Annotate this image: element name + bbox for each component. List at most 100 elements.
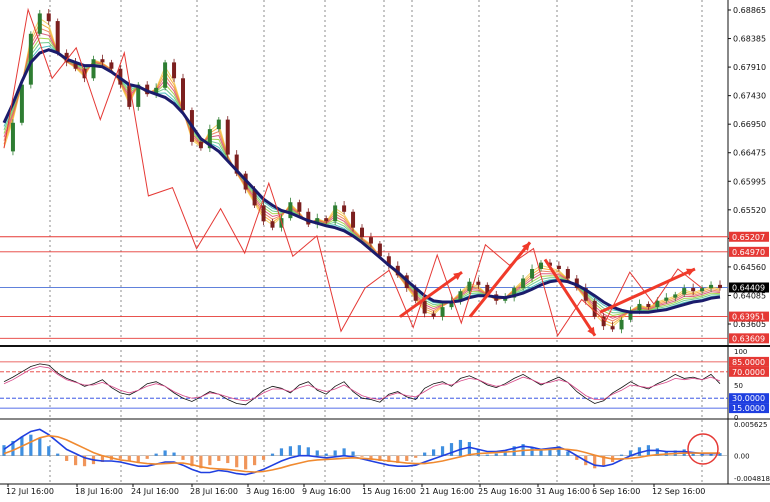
macd-histogram-bar [2, 445, 6, 456]
candle-body [691, 288, 696, 292]
macd-axis-label: 0.00 [734, 453, 750, 461]
macd-histogram-bar [29, 434, 33, 456]
price-axis-label: 0.68865 [733, 6, 766, 15]
macd-histogram-bar [414, 455, 418, 458]
candle-body [225, 119, 230, 155]
candle-body [55, 21, 60, 53]
macd-histogram-bar [217, 455, 221, 461]
macd-histogram-bar [74, 455, 78, 466]
candle-body [619, 319, 624, 330]
forex-chart: 0.68865 0.68385 0.67910 0.67430 0.66950 0.664… [0, 0, 770, 498]
candle-body [700, 288, 705, 292]
candle-body [539, 262, 543, 269]
candle-body [333, 205, 338, 222]
candle-body [368, 237, 373, 244]
candle-body [10, 122, 15, 152]
price-axis-label: 0.65995 [733, 177, 766, 186]
time-axis-label: 24 Jul 16:00 [131, 487, 179, 496]
price-axis-label: 0.67910 [733, 63, 766, 72]
time-axis-label: 3 Aug 16:00 [246, 487, 295, 496]
macd-histogram-bar [324, 453, 328, 456]
price-axis-label: 0.64085 [733, 291, 766, 300]
macd-histogram-bar [494, 453, 498, 456]
candle-body [592, 300, 597, 317]
macd-histogram-bar [235, 455, 239, 468]
time-axis-label: 12 Jul 16:00 [6, 487, 54, 496]
macd-histogram-bar [181, 455, 185, 460]
macd-histogram-bar [244, 455, 248, 470]
macd-axis-label: -0.004818 [734, 475, 770, 483]
price-axis-label: 0.67430 [733, 92, 766, 101]
macd-histogram-bar [619, 454, 624, 456]
time-axis-label: 15 Aug 16:00 [362, 487, 416, 496]
macd-histogram-bar [38, 437, 42, 456]
candle-body [270, 221, 275, 228]
time-axis-label: 18 Jul 16:00 [75, 487, 123, 496]
macd-histogram-bar [566, 451, 570, 456]
price-level-tag-label: 0.63951 [732, 313, 765, 322]
macd-histogram-bar [208, 455, 212, 466]
candle-body [556, 265, 561, 269]
macd-histogram-bar [593, 455, 597, 469]
time-axis-label: 6 Sep 16:00 [592, 487, 640, 496]
macd-histogram-bar [253, 455, 257, 466]
candle-body [637, 303, 642, 311]
candle-body [521, 278, 526, 289]
candle-body [422, 300, 427, 314]
candle-body [646, 303, 651, 308]
price-axis-label: 0.65520 [733, 206, 766, 215]
time-axis-label: 28 Jul 16:00 [190, 487, 238, 496]
oscillator-level-tag-label: 15.0000 [732, 404, 765, 413]
macd-histogram-bar [423, 452, 427, 456]
candle-body [467, 281, 472, 292]
candle-body [342, 205, 347, 212]
price-axis-label: 0.64560 [733, 263, 766, 272]
candle-body [163, 62, 168, 88]
macd-histogram-bar [432, 449, 436, 456]
price-level-tag-label: 0.64970 [732, 248, 765, 257]
candle-body [46, 13, 51, 22]
candle-body [530, 268, 535, 279]
candle-body [324, 218, 329, 222]
price-axis-label: 0.66475 [733, 149, 766, 158]
macd-histogram-bar [458, 439, 463, 456]
macd-histogram-bar [405, 455, 409, 461]
candle-body [172, 62, 177, 79]
macd-histogram-bar [360, 455, 364, 457]
macd-histogram-bar [47, 446, 51, 456]
time-axis-label: 25 Aug 16:00 [478, 487, 532, 496]
macd-histogram-bar [342, 448, 346, 456]
candle-body [673, 294, 678, 298]
time-axis-label: 12 Sep 16:00 [652, 487, 705, 496]
candle-body [297, 202, 302, 212]
macd-histogram-bar [172, 452, 176, 456]
candle-body [610, 326, 615, 330]
macd-histogram-bar [279, 448, 284, 456]
macd-histogram-bar [297, 445, 301, 456]
time-axis-label: 31 Aug 16:00 [536, 487, 590, 496]
candle-body [664, 297, 669, 301]
candle-body [109, 62, 114, 69]
candle-body [440, 307, 445, 317]
candle-body [100, 59, 105, 63]
macd-histogram-bar [333, 450, 337, 456]
macd-axis-label: 0.005625 [734, 421, 767, 429]
oscillator-level-tag-label: 85.0000 [732, 358, 765, 367]
candle-body [19, 84, 24, 123]
macd-histogram-bar [226, 455, 230, 464]
macd-histogram-bar [351, 451, 355, 456]
candle-body [198, 141, 203, 149]
macd-histogram-bar [163, 450, 167, 456]
macd-histogram-bar [154, 453, 158, 456]
chart-svg: 0.68865 0.68385 0.67910 0.67430 0.66950 0.664… [0, 0, 770, 498]
macd-histogram-bar [145, 455, 149, 459]
candle-body [288, 202, 293, 219]
candle-body [261, 205, 266, 222]
macd-histogram-bar [65, 455, 69, 461]
macd-histogram-bar [485, 454, 489, 456]
macd-histogram-bar [56, 453, 60, 456]
candle-body [360, 227, 364, 238]
macd-histogram-bar [118, 455, 122, 459]
candle-body [565, 268, 570, 279]
macd-histogram-bar [530, 447, 534, 456]
